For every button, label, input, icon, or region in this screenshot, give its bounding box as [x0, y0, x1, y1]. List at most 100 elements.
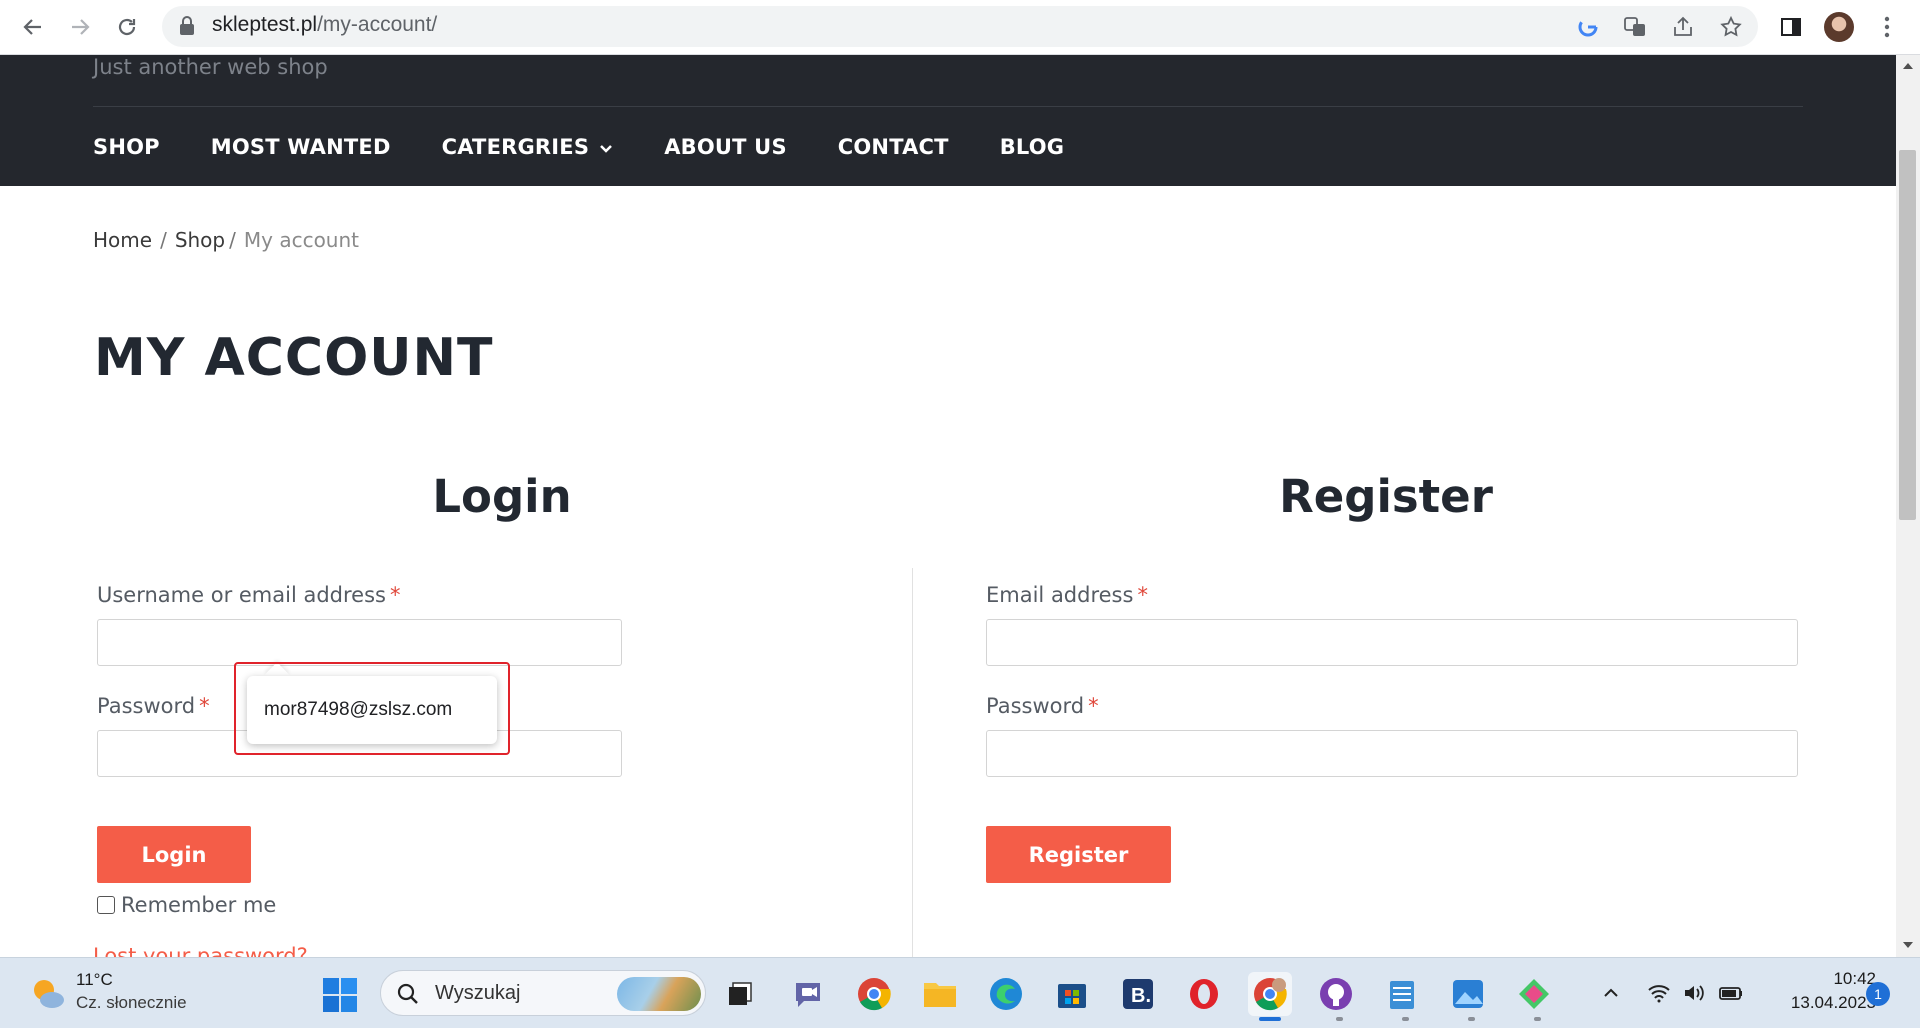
nav-most-wanted[interactable]: MOST WANTED: [211, 135, 391, 159]
url-path: /my-account/: [317, 13, 438, 36]
breadcrumb-home[interactable]: Home: [93, 228, 152, 252]
scroll-up-icon[interactable]: [1902, 60, 1914, 72]
nav-categories[interactable]: CATERGRIES: [442, 135, 614, 159]
forward-button[interactable]: [63, 10, 97, 44]
clock-date[interactable]: 13.04.2023: [1766, 993, 1876, 1013]
google-icon[interactable]: [1573, 12, 1603, 42]
running-indicator: [1468, 1017, 1475, 1021]
tray-chevron-up-icon[interactable]: [1598, 980, 1624, 1006]
nav-blog[interactable]: BLOG: [1000, 135, 1065, 159]
running-indicator: [1402, 1017, 1409, 1021]
profile-avatar[interactable]: [1824, 12, 1854, 42]
register-email-input[interactable]: [986, 619, 1798, 666]
username-label: Username or email address *: [97, 583, 400, 607]
clock-time[interactable]: 10:42: [1806, 969, 1876, 989]
task-view-icon[interactable]: [718, 972, 762, 1016]
browser-toolbar: skleptest.pl/my-account/: [0, 0, 1920, 55]
edge-icon[interactable]: [984, 972, 1028, 1016]
github-icon[interactable]: [1314, 972, 1358, 1016]
photos-icon[interactable]: [1446, 972, 1490, 1016]
register-password-input[interactable]: [986, 730, 1798, 777]
search-icon: [397, 983, 418, 1004]
breadcrumb-shop[interactable]: Shop: [175, 228, 225, 252]
nav-contact-label: CONTACT: [837, 135, 949, 159]
url-host: skleptest.pl: [212, 13, 318, 36]
nav-shop-label: SHOP: [93, 135, 160, 159]
nav-categories-label: CATERGRIES: [441, 135, 590, 159]
opera-icon[interactable]: [1182, 972, 1226, 1016]
chevron-down-icon: [599, 135, 613, 159]
remember-me-checkbox[interactable]: [97, 896, 115, 914]
register-password-label-text: Password: [986, 694, 1085, 718]
highlight-box: [234, 662, 510, 755]
required-mark: *: [1088, 694, 1099, 718]
login-button[interactable]: Login: [97, 826, 251, 883]
file-explorer-icon[interactable]: [918, 972, 962, 1016]
reload-icon: [118, 18, 136, 36]
username-input[interactable]: [97, 619, 622, 666]
notification-badge[interactable]: 1: [1866, 982, 1890, 1006]
remember-me-label: Remember me: [121, 893, 277, 917]
chrome-profile-icon[interactable]: [1248, 972, 1292, 1016]
register-email-label-text: Email address: [986, 583, 1134, 607]
notepad-icon[interactable]: [1380, 972, 1424, 1016]
column-divider: [912, 568, 913, 958]
page-title: MY ACCOUNT: [94, 328, 494, 388]
side-panel-icon[interactable]: [1776, 12, 1806, 42]
nav-contact[interactable]: CONTACT: [838, 135, 949, 159]
required-mark: *: [389, 583, 401, 607]
search-placeholder: Wyszukaj: [435, 982, 521, 1004]
site-header: Just another web shop SHOP MOST WANTED C…: [0, 55, 1896, 186]
scroll-down-icon[interactable]: [1902, 939, 1914, 951]
url-text[interactable]: skleptest.pl/my-account/: [212, 13, 437, 37]
password-label: Password *: [97, 694, 210, 718]
back-arrow-icon: [23, 19, 41, 35]
weather-temperature[interactable]: 11°C: [76, 970, 113, 990]
volume-icon[interactable]: [1682, 980, 1708, 1006]
running-indicator: [1336, 1017, 1343, 1021]
nav-about-us[interactable]: ABOUT US: [664, 135, 787, 159]
register-email-label: Email address *: [986, 583, 1148, 607]
nav-blog-label: BLOG: [999, 135, 1065, 159]
weather-sun-cloud-icon[interactable]: [30, 976, 66, 1015]
remember-me[interactable]: Remember me: [97, 893, 276, 917]
chrome-icon[interactable]: [852, 972, 896, 1016]
menu-kebab-icon[interactable]: [1872, 12, 1902, 42]
register-button[interactable]: Register: [986, 826, 1171, 883]
share-icon[interactable]: [1668, 12, 1698, 42]
svg-text:B.: B.: [1131, 985, 1151, 1007]
search-highlight-art: [617, 977, 701, 1011]
teams-chat-icon[interactable]: [786, 972, 830, 1016]
register-heading: Register: [1279, 470, 1493, 523]
breadcrumb-separator: /: [160, 228, 167, 252]
git-kraken-icon[interactable]: [1512, 972, 1556, 1016]
login-heading: Login: [432, 470, 572, 523]
taskbar-search[interactable]: Wyszukaj: [380, 970, 706, 1016]
site-tagline: Just another web shop: [93, 55, 328, 79]
start-windows-icon[interactable]: [322, 977, 358, 1018]
nav-shop[interactable]: SHOP: [93, 135, 160, 159]
username-label-text: Username or email address: [97, 583, 386, 607]
translate-icon[interactable]: [1620, 12, 1650, 42]
register-password-label: Password *: [986, 694, 1099, 718]
header-divider: [93, 106, 1803, 107]
back-button[interactable]: [16, 10, 50, 44]
lock-icon[interactable]: [178, 15, 196, 37]
nav-most-wanted-label: MOST WANTED: [210, 135, 391, 159]
weather-description[interactable]: Cz. słonecznie: [76, 993, 187, 1013]
bookmark-star-icon[interactable]: [1716, 12, 1746, 42]
active-app-indicator: [1259, 1017, 1281, 1021]
running-indicator: [1534, 1017, 1541, 1021]
wifi-icon[interactable]: [1646, 980, 1672, 1006]
breadcrumb: Home / Shop / My account: [93, 228, 359, 252]
breadcrumb-current: My account: [243, 228, 360, 252]
required-mark: *: [199, 694, 210, 718]
scrollbar-thumb[interactable]: [1899, 150, 1916, 520]
booking-b-icon[interactable]: B.: [1116, 972, 1160, 1016]
nav-about-us-label: ABOUT US: [664, 135, 787, 159]
battery-icon[interactable]: [1718, 980, 1744, 1006]
main-navigation: SHOP MOST WANTED CATERGRIES ABOUT US CON…: [93, 135, 1115, 159]
password-label-text: Password: [97, 694, 196, 718]
reload-button[interactable]: [110, 10, 144, 44]
microsoft-store-icon[interactable]: [1050, 972, 1094, 1016]
